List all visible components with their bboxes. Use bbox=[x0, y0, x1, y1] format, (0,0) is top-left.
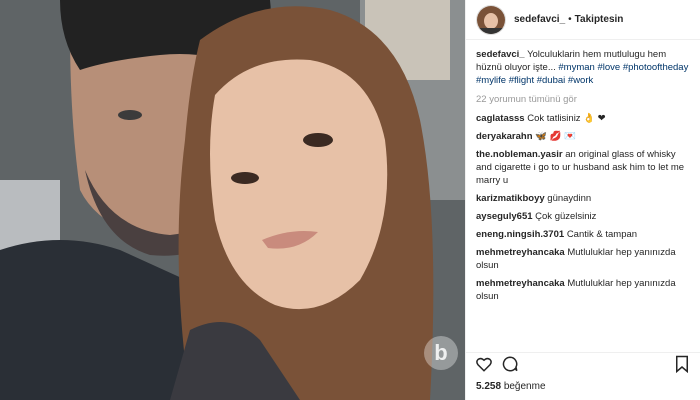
couple-selfie-image bbox=[0, 0, 465, 400]
comment-username[interactable]: deryakarahn bbox=[476, 131, 533, 142]
comment-text: Cok tatlisiniz 👌 ❤ bbox=[527, 113, 606, 124]
comment-username[interactable]: mehmetreyhancaka bbox=[476, 247, 565, 258]
hashtag[interactable]: #myman bbox=[558, 62, 594, 73]
watermark-logo: b bbox=[424, 336, 458, 370]
comment-username[interactable]: eneng.ningsih.3701 bbox=[476, 229, 564, 240]
comment-item: eneng.ningsih.3701 Cantik & tampan bbox=[476, 228, 690, 241]
post-photo[interactable]: b bbox=[0, 0, 465, 400]
avatar[interactable] bbox=[476, 4, 506, 35]
comment-text: günaydinn bbox=[547, 193, 592, 204]
avatar-image bbox=[477, 5, 505, 34]
view-all-comments-link[interactable]: 22 yorumun tümünü gör bbox=[476, 93, 690, 106]
comment-username[interactable]: ayseguly651 bbox=[476, 211, 533, 222]
bookmark-icon[interactable] bbox=[672, 354, 692, 374]
comments-list: sedefavci_ Yolculuklarin hem mutlulugu h… bbox=[466, 40, 700, 303]
comment-text: 🦋 💋 💌 bbox=[535, 131, 576, 142]
hashtag[interactable]: #mylife bbox=[476, 75, 506, 86]
comment-username[interactable]: karizmatikboyy bbox=[476, 193, 545, 204]
comment-item: ayseguly651 Çok güzelsiniz bbox=[476, 210, 690, 223]
comment-item: the.nobleman.yasir an original glass of … bbox=[476, 148, 690, 187]
comment-text: Çok güzelsiniz bbox=[535, 211, 597, 222]
hashtag[interactable]: #photooftheday bbox=[623, 62, 689, 73]
hashtag[interactable]: #love bbox=[597, 62, 620, 73]
hashtag[interactable]: #flight bbox=[509, 75, 534, 86]
likes-count[interactable]: 5.258 beğenme bbox=[476, 381, 546, 392]
follow-status[interactable]: Takiptesin bbox=[575, 14, 624, 25]
post-caption: sedefavci_ Yolculuklarin hem mutlulugu h… bbox=[476, 48, 690, 87]
likes-number: 5.258 bbox=[476, 381, 502, 392]
post-sidebar: sedefavci_ • Takiptesin sedefavci_ Yolcu… bbox=[465, 0, 700, 400]
comment-item: mehmetreyhancaka Mutluluklar hep yanınız… bbox=[476, 246, 690, 272]
post-header: sedefavci_ • Takiptesin bbox=[466, 0, 700, 40]
comment-item: deryakarahn 🦋 💋 💌 bbox=[476, 130, 690, 143]
comment-item: caglatasss Cok tatlisiniz 👌 ❤ bbox=[476, 112, 690, 125]
likes-label: beğenme bbox=[503, 381, 546, 392]
comment-item: karizmatikboyy günaydinn bbox=[476, 192, 690, 205]
comment-username[interactable]: caglatasss bbox=[476, 113, 525, 124]
comment-username[interactable]: mehmetreyhancaka bbox=[476, 278, 565, 289]
action-bar bbox=[466, 352, 700, 374]
hashtag[interactable]: #dubai bbox=[537, 75, 566, 86]
hashtag[interactable]: #work bbox=[568, 75, 593, 86]
comment-text: Cantik & tampan bbox=[566, 229, 638, 240]
comment-username[interactable]: the.nobleman.yasir bbox=[476, 149, 563, 160]
heart-outline-icon[interactable] bbox=[474, 354, 494, 374]
separator-dot: • bbox=[568, 14, 572, 25]
speech-bubble-icon[interactable] bbox=[500, 354, 520, 374]
caption-username[interactable]: sedefavci_ bbox=[476, 49, 525, 60]
comment-item: mehmetreyhancaka Mutluluklar hep yanınız… bbox=[476, 277, 690, 303]
username-link[interactable]: sedefavci_ bbox=[514, 14, 565, 25]
